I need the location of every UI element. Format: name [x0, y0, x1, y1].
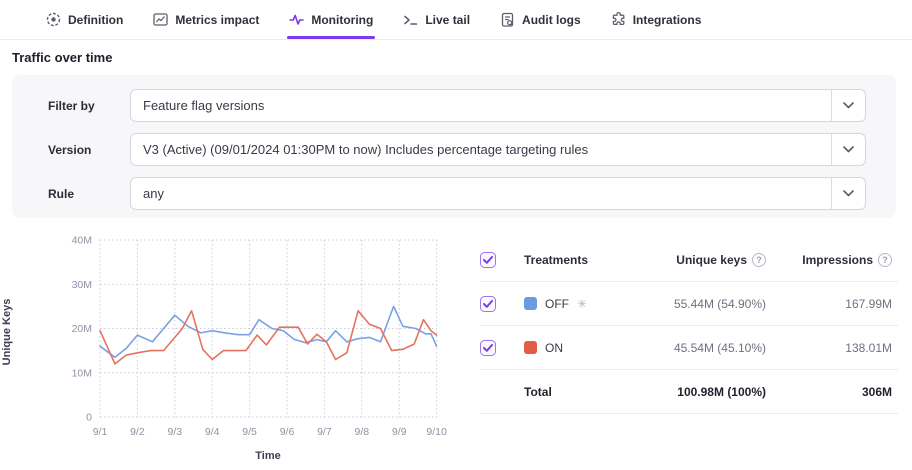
chevron-down-icon [831, 90, 865, 121]
total-impressions-value: 306M [766, 385, 892, 399]
treatments-table: Treatments Unique keys ? Impressions ? O… [480, 238, 898, 414]
filter-by-label: Filter by [48, 99, 130, 113]
traffic-over-time-chart: 0 10M 20M 30M 40M 9/1 9/2 9/3 9/4 9/5 9/6 9/7 9/8 9/9… [0, 228, 470, 470]
svg-text:9/1: 9/1 [93, 426, 108, 438]
unique-keys-column-header: Unique keys [676, 253, 747, 267]
total-label: Total [524, 385, 596, 399]
on-unique-keys-value: 45.54M (45.10%) [596, 341, 766, 355]
help-icon[interactable]: ? [752, 253, 766, 267]
monitoring-page: Definition Metrics impact Monitoring Liv… [0, 0, 912, 470]
target-icon [46, 12, 61, 27]
tab-live-tail[interactable]: Live tail [401, 0, 472, 39]
pulse-icon [289, 12, 304, 27]
rule-label: Rule [48, 187, 130, 201]
filter-row-filter-by: Filter by Feature flag versions [48, 89, 866, 122]
on-treatment-checkbox[interactable] [480, 340, 496, 356]
svg-text:Time: Time [255, 450, 280, 462]
tab-metrics-impact[interactable]: Metrics impact [151, 0, 261, 39]
default-treatment-icon: ✳ [577, 298, 587, 310]
svg-text:9/3: 9/3 [167, 426, 182, 438]
terminal-icon [403, 12, 418, 27]
tab-integrations[interactable]: Integrations [609, 0, 704, 39]
svg-text:9/6: 9/6 [280, 426, 295, 438]
filter-card: Filter by Feature flag versions Version … [12, 75, 896, 218]
svg-text:9/7: 9/7 [317, 426, 332, 438]
tab-monitoring[interactable]: Monitoring [287, 0, 375, 39]
treatment-label: OFF [545, 297, 569, 311]
select-all-checkbox[interactable] [480, 252, 496, 268]
treatment-label: ON [545, 341, 563, 355]
tab-label: Definition [68, 13, 123, 27]
on-series-swatch [524, 341, 537, 354]
tab-label: Live tail [425, 13, 470, 27]
version-select[interactable]: V3 (Active) (09/01/2024 01:30PM to now) … [130, 133, 866, 166]
version-value: V3 (Active) (09/01/2024 01:30PM to now) … [131, 142, 831, 157]
impressions-column-header: Impressions [802, 253, 873, 267]
tab-audit-logs[interactable]: Audit logs [498, 0, 583, 39]
rule-value: any [131, 186, 831, 201]
tab-label: Monitoring [311, 13, 373, 27]
off-impressions-value: 167.99M [766, 297, 892, 311]
tab-label: Metrics impact [175, 13, 259, 27]
svg-text:30M: 30M [72, 279, 92, 291]
svg-text:9/2: 9/2 [130, 426, 145, 438]
table-row-on: ON 45.54M (45.10%) 138.01M [480, 326, 898, 370]
page-title: Traffic over time [12, 50, 112, 65]
version-label: Version [48, 143, 130, 157]
tab-label: Integrations [633, 13, 702, 27]
chevron-down-icon [831, 134, 865, 165]
treatments-column-header: Treatments [524, 253, 596, 267]
on-impressions-value: 138.01M [766, 341, 892, 355]
svg-text:9/4: 9/4 [205, 426, 220, 438]
svg-text:20M: 20M [72, 323, 92, 335]
tab-definition[interactable]: Definition [44, 0, 125, 39]
filter-row-rule: Rule any [48, 177, 866, 210]
svg-text:40M: 40M [72, 235, 92, 247]
svg-text:10M: 10M [72, 367, 92, 379]
rule-select[interactable]: any [130, 177, 866, 210]
tab-bar: Definition Metrics impact Monitoring Liv… [0, 0, 912, 40]
filter-by-value: Feature flag versions [131, 98, 831, 113]
document-search-icon [500, 12, 515, 27]
svg-text:Unique Keys: Unique Keys [1, 299, 13, 366]
tab-label: Audit logs [522, 13, 581, 27]
filter-by-select[interactable]: Feature flag versions [130, 89, 866, 122]
off-treatment-checkbox[interactable] [480, 296, 496, 312]
svg-text:9/5: 9/5 [242, 426, 257, 438]
puzzle-icon [611, 12, 626, 27]
svg-text:0: 0 [86, 412, 92, 424]
off-series-swatch [524, 297, 537, 310]
total-unique-keys-value: 100.98M (100%) [596, 385, 766, 399]
chevron-down-icon [831, 178, 865, 209]
off-unique-keys-value: 55.44M (54.90%) [596, 297, 766, 311]
help-icon[interactable]: ? [878, 253, 892, 267]
table-header-row: Treatments Unique keys ? Impressions ? [480, 238, 898, 282]
filter-row-version: Version V3 (Active) (09/01/2024 01:30PM … [48, 133, 866, 166]
table-row-off: OFF ✳ 55.44M (54.90%) 167.99M [480, 282, 898, 326]
svg-text:9/8: 9/8 [354, 426, 369, 438]
svg-text:9/9: 9/9 [392, 426, 407, 438]
chart-icon [153, 12, 168, 27]
table-row-total: Total 100.98M (100%) 306M [480, 370, 898, 414]
svg-text:9/10: 9/10 [426, 426, 447, 438]
